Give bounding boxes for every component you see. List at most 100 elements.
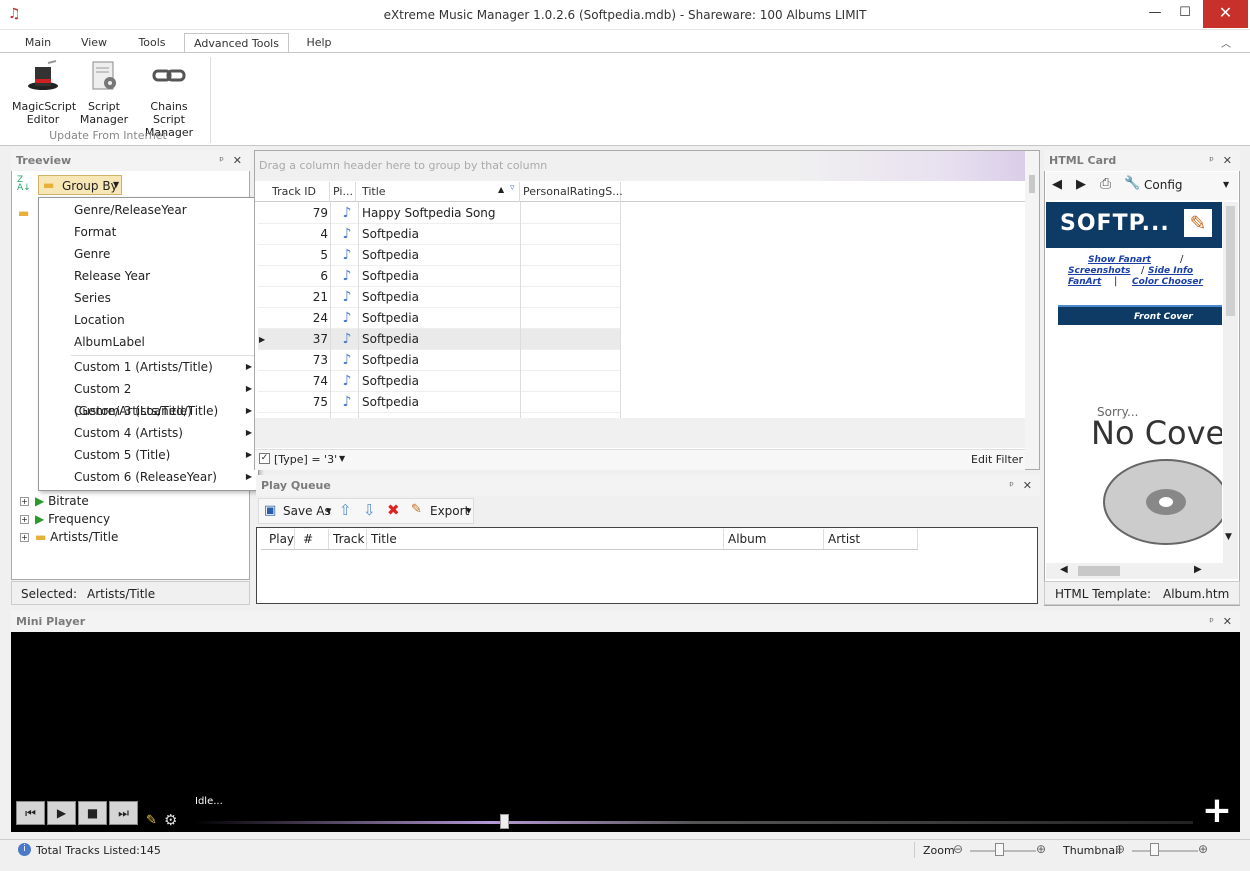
tree-item-bitrate[interactable]: + ▶ Bitrate <box>20 492 89 510</box>
filter-icon[interactable]: ▿ <box>510 183 515 193</box>
col-number[interactable]: # <box>299 529 329 549</box>
table-row[interactable]: 5 ♪ Softpedia <box>258 245 621 266</box>
close-icon[interactable]: ✕ <box>233 150 242 171</box>
grid-vscroll[interactable] <box>1025 151 1039 469</box>
table-row[interactable]: 79 ♪ Happy Softpedia Song <box>258 203 621 224</box>
menu-item-genre[interactable]: Genre <box>74 243 252 265</box>
link-side-info[interactable]: Side Info <box>1148 266 1193 276</box>
menu-item-custom-1[interactable]: Custom 1 (Artists/Title) ▶ <box>74 356 252 378</box>
export-button[interactable]: Export <box>430 504 469 518</box>
close-icon[interactable]: ✕ <box>1223 150 1232 171</box>
card-hscroll[interactable]: ◀ ▶ <box>1046 563 1238 579</box>
minimize-button[interactable]: — <box>1140 0 1170 28</box>
tab-tools[interactable]: Tools <box>130 33 174 53</box>
menu-item-custom-2[interactable]: Custom 2 (Genre/Artists/Title) ▶ <box>74 378 252 418</box>
stop-button[interactable]: ■ <box>78 801 107 825</box>
card-vscroll[interactable]: ▼ <box>1223 202 1238 563</box>
close-icon[interactable]: ✕ <box>1023 475 1032 496</box>
menu-item-custom-4[interactable]: Custom 4 (Artists) ▶ <box>74 422 252 444</box>
link-screenshots[interactable]: Screenshots <box>1068 266 1130 276</box>
col-title[interactable]: Title <box>367 529 724 549</box>
col-pic[interactable]: Pi... <box>330 182 356 202</box>
table-row[interactable]: 4 ♪ Softpedia <box>258 224 621 245</box>
filter-dropdown-icon[interactable]: ▼ <box>339 454 345 463</box>
col-track[interactable]: Track <box>329 529 367 549</box>
pin-icon[interactable]: ᵖ <box>1009 475 1014 496</box>
pin-icon[interactable]: ᵖ <box>1209 611 1214 632</box>
print-icon[interactable]: ⎙ <box>1100 176 1111 192</box>
back-icon[interactable]: ◀ <box>1052 177 1062 192</box>
expand-player-icon[interactable]: + <box>1201 793 1233 829</box>
table-row[interactable]: 73 ♪ Softpedia <box>258 350 621 371</box>
col-artist[interactable]: Artist <box>824 529 918 549</box>
table-row[interactable]: 24 ♪ Softpedia <box>258 308 621 329</box>
chains-script-manager-button[interactable]: Chains Script Manager <box>134 59 204 139</box>
table-row[interactable]: 21 ♪ Softpedia <box>258 287 621 308</box>
group-panel[interactable]: Drag a column header here to group by th… <box>255 151 1025 181</box>
menu-item-location[interactable]: Location <box>74 309 252 331</box>
grid-vscroll-thumb[interactable] <box>1029 175 1035 193</box>
menu-item-release-year[interactable]: Release Year <box>74 265 252 287</box>
thumbnail-smaller-icon[interactable]: ⊖ <box>1115 842 1125 856</box>
seek-track[interactable] <box>193 821 1193 824</box>
close-icon[interactable]: ✕ <box>1223 611 1232 632</box>
script-manager-button[interactable]: Script Manager <box>78 59 130 126</box>
group-by-button[interactable]: ▬ Group By ▼ <box>38 175 122 195</box>
table-row[interactable]: 75 ♪ Softpedia <box>258 392 621 413</box>
seek-thumb[interactable] <box>500 814 509 829</box>
menu-item-custom-5[interactable]: Custom 5 (Title) ▶ <box>74 444 252 466</box>
thumbnail-slider[interactable] <box>1132 850 1198 852</box>
maximize-button[interactable]: ☐ <box>1170 0 1200 28</box>
tree-item-frequency[interactable]: + ▶ Frequency <box>20 510 110 528</box>
edit-filter-button[interactable]: Edit Filter <box>971 453 1023 466</box>
table-row[interactable]: 6 ♪ Softpedia <box>258 266 621 287</box>
pin-icon[interactable]: ᵖ <box>1209 150 1214 171</box>
previous-button[interactable]: ⏮ <box>16 801 45 825</box>
scroll-left-icon[interactable]: ◀ <box>1060 564 1068 575</box>
card-hscroll-thumb[interactable] <box>1078 566 1120 576</box>
menu-item-custom-6[interactable]: Custom 6 (ReleaseYear) ▶ <box>74 466 252 488</box>
link-color-chooser[interactable]: Color Chooser <box>1132 277 1203 287</box>
save-as-button[interactable]: Save As <box>283 504 331 518</box>
menu-item-format[interactable]: Format <box>74 221 252 243</box>
col-play[interactable]: Play <box>265 529 295 549</box>
menu-item-albumlabel[interactable]: AlbumLabel <box>74 331 252 353</box>
chevron-down-icon[interactable]: ▼ <box>1223 180 1229 189</box>
menu-item-series[interactable]: Series <box>74 287 252 309</box>
settings-gear-icon[interactable]: ⚙ <box>164 811 177 829</box>
play-queue-list[interactable]: Play # Track Title Album Artist <box>256 527 1038 604</box>
zoom-slider-thumb[interactable] <box>995 843 1004 856</box>
forward-icon[interactable]: ▶ <box>1076 177 1086 192</box>
table-row[interactable]: 74 ♪ Softpedia <box>258 371 621 392</box>
table-row[interactable]: 37 ♪ Softpedia <box>258 329 621 350</box>
magicscript-editor-button[interactable]: MagicScript Editor <box>12 59 76 126</box>
scroll-down-icon[interactable]: ▼ <box>1225 532 1232 542</box>
scroll-right-icon[interactable]: ▶ <box>1194 564 1202 575</box>
link-show-fanart[interactable]: Show Fanart <box>1088 255 1151 265</box>
col-title[interactable]: Title <box>359 182 520 202</box>
col-track-id[interactable]: Track ID <box>269 182 330 202</box>
config-button[interactable]: Config <box>1144 178 1183 192</box>
tab-view[interactable]: View <box>74 33 114 53</box>
edit-icon[interactable]: ✎ <box>146 813 157 828</box>
sort-az-icon[interactable]: Z A↓ <box>17 176 31 193</box>
delete-icon[interactable]: ✖ <box>387 501 400 519</box>
col-personal-rating[interactable]: PersonalRatingS... <box>520 182 623 202</box>
tab-main[interactable]: Main <box>16 33 60 53</box>
zoom-in-icon[interactable]: ⊕ <box>1036 842 1046 856</box>
pin-icon[interactable]: ᵖ <box>219 150 224 171</box>
card-vscroll-thumb[interactable] <box>1226 206 1235 316</box>
collapse-ribbon-icon[interactable]: ︿ <box>1221 35 1231 50</box>
next-button[interactable]: ⏭ <box>109 801 138 825</box>
col-album[interactable]: Album <box>724 529 824 549</box>
thumbnail-larger-icon[interactable]: ⊕ <box>1198 842 1208 856</box>
filter-checkbox[interactable]: ✓ <box>259 453 270 464</box>
move-down-icon[interactable]: ⇩ <box>363 501 376 519</box>
thumbnail-slider-thumb[interactable] <box>1150 843 1159 856</box>
tab-help[interactable]: Help <box>300 33 338 53</box>
zoom-out-icon[interactable]: ⊖ <box>953 842 963 856</box>
play-button[interactable]: ▶ <box>47 801 76 825</box>
menu-item-genre-releaseyear[interactable]: Genre/ReleaseYear <box>74 199 252 221</box>
tree-item-artists-title[interactable]: + ▬ Artists/Title <box>20 528 118 546</box>
template-value[interactable]: Album.htm <box>1163 587 1229 601</box>
